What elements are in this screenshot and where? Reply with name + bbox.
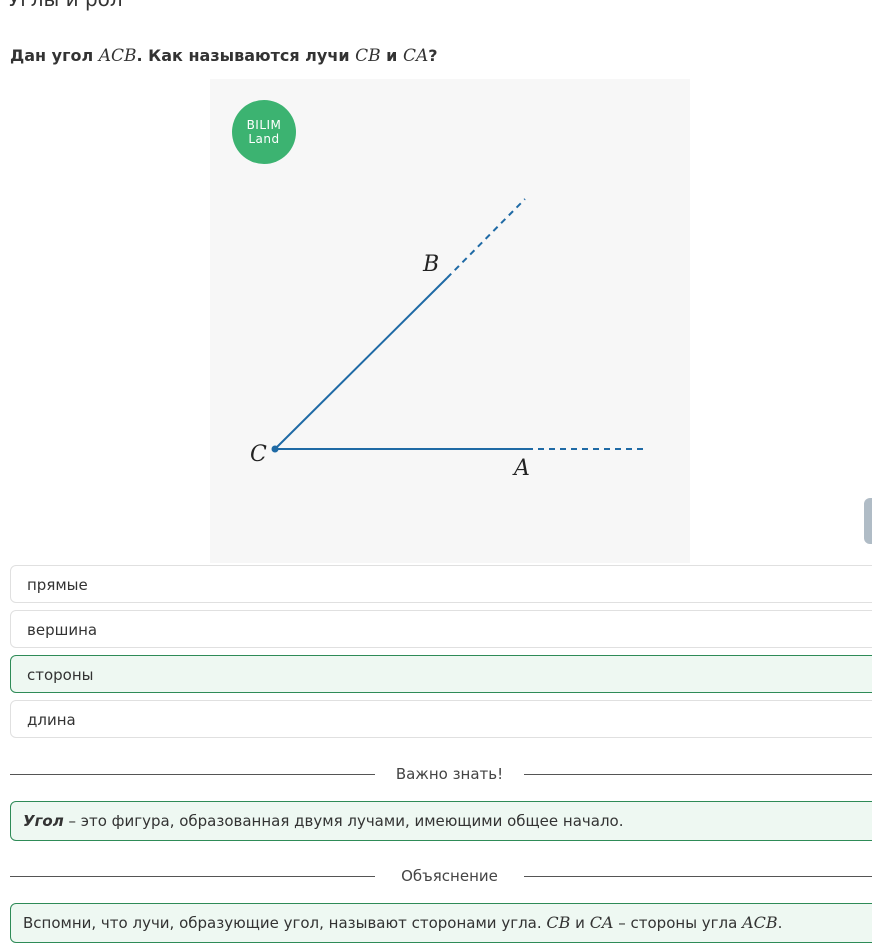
ray-cb-solid xyxy=(274,277,448,450)
angle-diagram: C B A xyxy=(250,198,647,481)
divider-line-left xyxy=(10,774,375,775)
answer-option-1[interactable]: прямые xyxy=(10,565,872,603)
label-b: B xyxy=(422,252,439,277)
answer-option-3-selected[interactable]: стороны xyxy=(10,655,872,693)
important-divider: Важно знать! xyxy=(10,764,872,784)
answer-option-2[interactable]: вершина xyxy=(10,610,872,648)
label-a: A xyxy=(512,456,530,481)
explanation-angle: ACB xyxy=(742,913,778,932)
explanation-end: . xyxy=(777,914,783,932)
important-box: Угол – это фигура, образованная двумя лу… xyxy=(10,801,872,841)
angle-figure: BILIM Land C B A xyxy=(210,79,690,563)
question-prefix: Дан угол xyxy=(10,46,99,65)
explanation-heading: Объяснение xyxy=(401,867,498,885)
side-panel-handle[interactable] xyxy=(864,498,872,544)
page: Углы и рол Дан угол ACB. Как называются … xyxy=(0,0,872,951)
explanation-and: и xyxy=(570,914,590,932)
vertex-c-point xyxy=(271,445,279,453)
question-suffix: ? xyxy=(428,46,438,65)
explanation-text-1: Вспомни, что лучи, образующие угол, назы… xyxy=(23,914,547,932)
explanation-box: Вспомни, что лучи, образующие угол, назы… xyxy=(10,903,872,943)
important-term: Угол xyxy=(23,812,64,830)
ray-cb-dashed xyxy=(446,198,526,279)
question-text: Дан угол ACB. Как называются лучи CB и C… xyxy=(10,46,438,66)
ray-ca: CA xyxy=(402,46,429,66)
ray-cb: CB xyxy=(355,46,381,66)
answer-option-4[interactable]: длина xyxy=(10,700,872,738)
angle-name: ACB xyxy=(98,46,137,66)
important-text: – это фигура, образованная двумя лучами,… xyxy=(63,812,624,830)
divider-line-left xyxy=(10,876,375,877)
divider-line-right xyxy=(524,876,872,877)
question-middle: . Как называются лучи xyxy=(136,46,356,65)
important-heading: Важно знать! xyxy=(395,765,504,783)
explanation-divider: Объяснение xyxy=(10,866,872,886)
explanation-ray-ca: CA xyxy=(589,913,614,932)
explanation-ray-cb: CB xyxy=(546,913,571,932)
page-title: Углы и рол xyxy=(8,0,123,11)
question-and: и xyxy=(380,46,403,65)
label-c: C xyxy=(250,442,267,467)
divider-line-right xyxy=(524,774,872,775)
explanation-text-2: – стороны угла xyxy=(613,914,743,932)
